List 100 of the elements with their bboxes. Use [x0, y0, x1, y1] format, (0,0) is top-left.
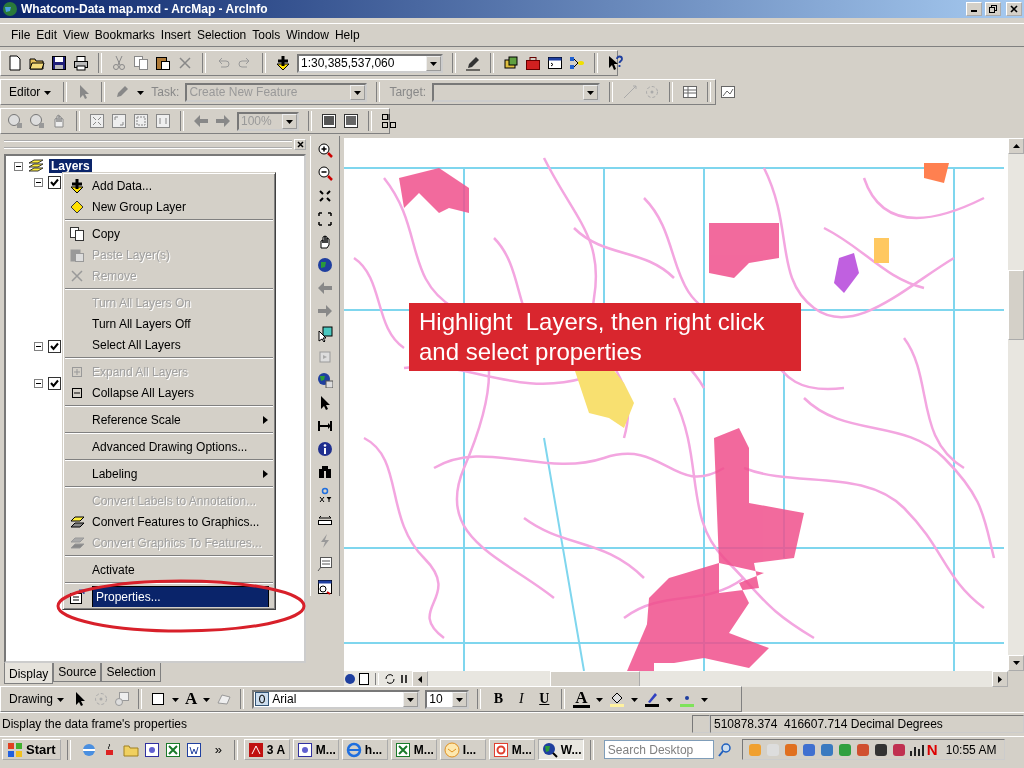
- panel-tab[interactable]: Source: [53, 663, 102, 682]
- font-color-button[interactable]: A: [573, 690, 590, 708]
- start-button[interactable]: Start: [2, 739, 61, 760]
- zoom-whole-page-icon[interactable]: [89, 113, 105, 129]
- collapse-toggle-icon[interactable]: [34, 379, 43, 388]
- zoom-out-page-icon[interactable]: [29, 113, 45, 129]
- scroll-right-button[interactable]: [992, 671, 1008, 687]
- zoom-in-page-icon[interactable]: [7, 113, 23, 129]
- scroll-left-button[interactable]: [412, 671, 428, 687]
- layout-view-icon[interactable]: [358, 673, 370, 685]
- menu-item[interactable]: Add Data...: [92, 178, 269, 193]
- minimize-button[interactable]: [966, 2, 982, 16]
- menu-item[interactable]: Help: [331, 28, 363, 42]
- font-dropdown[interactable]: Arial: [252, 689, 421, 709]
- map-scale-field[interactable]: 1:30,385,537,060: [297, 53, 443, 73]
- menu-item[interactable]: Collapse All Layers: [92, 385, 269, 400]
- collapse-toggle-icon[interactable]: [34, 178, 43, 187]
- pan-hand-icon[interactable]: [317, 234, 333, 250]
- underline-button[interactable]: U: [535, 691, 554, 707]
- menu-item[interactable]: Labeling: [92, 466, 256, 481]
- app-window-icon[interactable]: [143, 741, 160, 758]
- sketch-properties-icon[interactable]: [720, 84, 737, 100]
- info-icon[interactable]: [317, 441, 333, 457]
- open-folder-icon[interactable]: [29, 55, 45, 71]
- close-button[interactable]: [294, 138, 306, 150]
- fixed-zoom-out-icon[interactable]: [317, 211, 333, 227]
- menu-item[interactable]: Reference Scale: [92, 412, 256, 427]
- save-icon[interactable]: [51, 55, 67, 71]
- layer-checkbox[interactable]: [48, 377, 61, 390]
- model-diagram-icon[interactable]: [569, 55, 585, 71]
- layer-checkbox[interactable]: [48, 340, 61, 353]
- copy-icon[interactable]: [133, 55, 149, 71]
- rectangle-icon[interactable]: [150, 691, 166, 707]
- refresh-icon[interactable]: [384, 673, 396, 685]
- zoom-in-icon[interactable]: [317, 142, 333, 158]
- zoom-page-fixed-icon[interactable]: [111, 113, 127, 129]
- menu-item[interactable]: Convert Features to Graphics...: [92, 514, 269, 529]
- menu-item[interactable]: File: [8, 28, 34, 42]
- add-data-icon[interactable]: [275, 55, 291, 71]
- scroll-up-button[interactable]: [1008, 138, 1024, 154]
- zoom-out-icon[interactable]: [317, 165, 333, 181]
- collapse-toggle-icon[interactable]: [14, 161, 23, 171]
- scroll-down-button[interactable]: [1008, 655, 1024, 671]
- pause-icon[interactable]: [398, 673, 410, 685]
- menu-item[interactable]: Activate: [92, 562, 269, 577]
- taskbar-button[interactable]: h...: [341, 739, 388, 760]
- catalog-icon[interactable]: [503, 55, 519, 71]
- data-view-icon[interactable]: [344, 673, 356, 685]
- printer-icon[interactable]: [73, 55, 89, 71]
- menu-item[interactable]: Bookmarks: [91, 28, 158, 42]
- panel-tab[interactable]: Selection: [101, 663, 161, 682]
- taskbar-button[interactable]: I...: [439, 739, 486, 760]
- spreadsheet-icon[interactable]: [164, 741, 181, 758]
- restore-button[interactable]: [985, 2, 1001, 16]
- zoom-actual-size-icon[interactable]: [155, 113, 171, 129]
- globe-pause-icon[interactable]: [317, 372, 333, 388]
- measure-icon[interactable]: [317, 418, 333, 434]
- menu-item[interactable]: Insert: [157, 28, 194, 42]
- browser-icon[interactable]: [80, 741, 97, 758]
- menu-item[interactable]: Edit: [33, 28, 61, 42]
- new-document-icon[interactable]: [7, 55, 23, 71]
- command-window-icon[interactable]: [547, 55, 563, 71]
- fill-color-icon[interactable]: [608, 691, 625, 707]
- scroll-thumb[interactable]: [1008, 269, 1024, 340]
- taskbar-button[interactable]: M...: [390, 739, 437, 760]
- editor-menu-button[interactable]: Editor: [7, 85, 55, 99]
- search-icon[interactable]: [716, 741, 733, 758]
- italic-button[interactable]: I: [512, 691, 531, 707]
- menu-item[interactable]: View: [60, 28, 92, 42]
- attributes-table-icon[interactable]: [682, 84, 699, 100]
- pencil-icon[interactable]: [465, 55, 481, 71]
- text-tool-button[interactable]: A: [185, 689, 198, 709]
- toolbox-icon[interactable]: [525, 55, 541, 71]
- drag-handle[interactable]: [4, 139, 292, 149]
- taskbar-button[interactable]: 3 A: [243, 739, 290, 760]
- layer-checkbox[interactable]: [48, 176, 61, 189]
- collapse-toggle-icon[interactable]: [34, 342, 43, 351]
- select-features-icon[interactable]: [317, 326, 333, 342]
- menu-item[interactable]: Window: [283, 28, 332, 42]
- menu-item[interactable]: Selection: [193, 28, 250, 42]
- menu-item[interactable]: New Group Layer: [92, 199, 269, 214]
- page-frame-alt-icon[interactable]: [343, 113, 359, 129]
- map-tips-icon[interactable]: [317, 556, 333, 572]
- font-size-dropdown[interactable]: 10: [425, 689, 470, 709]
- focus-frame-icon[interactable]: [381, 113, 397, 129]
- zoom-page-out-icon[interactable]: [133, 113, 149, 129]
- menu-item[interactable]: Advanced Drawing Options...: [92, 439, 269, 454]
- page-frame-icon[interactable]: [321, 113, 337, 129]
- panel-tab[interactable]: Display: [4, 663, 54, 684]
- menu-item[interactable]: Tools: [249, 28, 284, 42]
- bold-button[interactable]: B: [489, 691, 508, 707]
- word-document-icon[interactable]: [185, 741, 202, 758]
- binoculars-icon[interactable]: [317, 464, 333, 480]
- close-button[interactable]: [1006, 2, 1022, 16]
- menu-item[interactable]: Turn All Layers Off: [92, 316, 269, 331]
- go-to-xy-icon[interactable]: [317, 487, 333, 503]
- viewer-window-icon[interactable]: [317, 579, 333, 595]
- taskbar-button[interactable]: M...: [292, 739, 339, 760]
- scroll-thumb[interactable]: [550, 671, 640, 687]
- search-field[interactable]: Search Desktop: [603, 740, 714, 759]
